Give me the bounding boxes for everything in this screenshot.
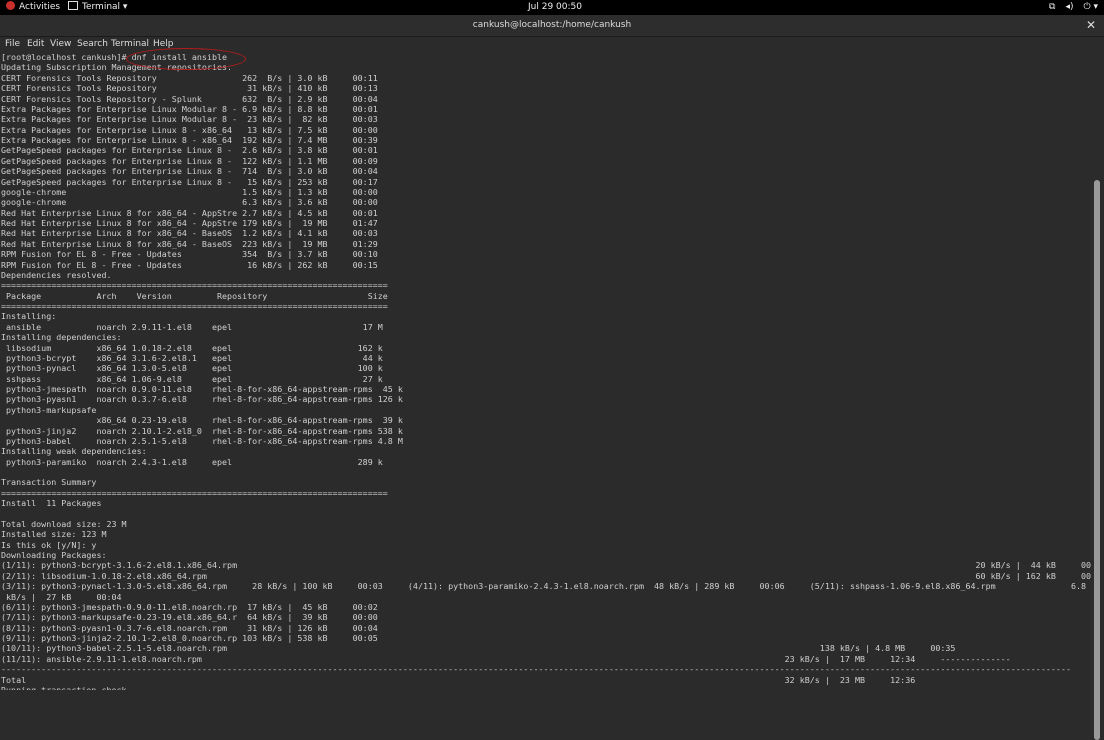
terminal-line: Updating Subscription Management reposit… [1, 62, 233, 73]
terminal-line: ========================================… [1, 301, 388, 311]
terminal-line: Package Arch Version Repository Size [1, 290, 388, 301]
menu-view[interactable]: View [50, 39, 71, 49]
terminal-line: Total download size: 23 M [1, 518, 127, 529]
terminal-output[interactable]: [root@localhost cankush]# dnf install an… [1, 52, 1091, 690]
terminal-line: Extra Packages for Enterprise Linux 8 - … [1, 135, 378, 145]
terminal-line: python3-markupsafe [1, 404, 97, 415]
terminal-line: (8/11): python3-pyasn1-0.3.7-6.el8.noarc… [1, 622, 378, 633]
terminal-line: sshpass x86_64 1.06-9.el8 epel 27 k [1, 373, 383, 384]
window-title: cankush@localhost:/home/cankush [472, 20, 632, 30]
menu-bar: File Edit View Search Terminal Help [0, 37, 1104, 52]
terminal-line: GetPageSpeed packages for Enterprise Lin… [1, 155, 378, 166]
terminal-line: (7/11): python3-markupsafe-0.23-19.el8.x… [1, 612, 378, 623]
terminal-line: (9/11): python3-jinja2-2.10.1-2.el8_0.no… [1, 633, 378, 643]
terminal-line: Downloading Packages: [1, 550, 107, 560]
terminal-line: Red Hat Enterprise Linux 8 for x86_64 - … [1, 238, 378, 249]
terminal-line: RPM Fusion for EL 8 - Free - Updates 354… [1, 249, 378, 260]
terminal-line: python3-jmespath noarch 0.9.0-11.el8 rhe… [1, 384, 403, 394]
terminal-line: Total 32 kB/s | 23 MB 12:36 [1, 674, 916, 685]
terminal-line: google-chrome 1.5 kB/s | 1.3 kB 00:00 [1, 186, 378, 197]
scrollbar-thumb[interactable] [1094, 180, 1100, 740]
close-icon[interactable]: ✕ [1086, 18, 1096, 32]
terminal-line: Red Hat Enterprise Linux 8 for x86_64 - … [1, 228, 378, 239]
terminal-line: Red Hat Enterprise Linux 8 for x86_64 - … [1, 207, 378, 218]
terminal-line: Installing: [1, 311, 57, 322]
terminal-line: python3-pyasn1 noarch 0.3.7-6.el8 rhel-8… [1, 394, 403, 405]
system-tray[interactable]: ⧉ ◂) ⏻ ▾ [1039, 1, 1098, 14]
terminal-line: (6/11): python3-jmespath-0.9.0-11.el8.no… [1, 601, 378, 612]
terminal-line: kB/s | 27 kB 00:04 [1, 591, 122, 602]
terminal-app-menu[interactable]: Terminal ▾ [68, 1, 127, 14]
terminal-line: (3/11): python3-pynacl-1.3.0-5.el8.x86_6… [1, 581, 1087, 592]
terminal-line: Transaction Summary [1, 477, 97, 488]
terminal-line: python3-babel noarch 2.5.1-5.el8 rhel-8-… [1, 435, 403, 446]
scrollbar[interactable] [1091, 52, 1104, 740]
terminal-line: Installed size: 123 M [1, 529, 107, 540]
terminal-line: Installing dependencies: [1, 332, 122, 343]
terminal-line: Extra Packages for Enterprise Linux Modu… [1, 103, 378, 114]
terminal-line: google-chrome 6.3 kB/s | 3.6 kB 00:00 [1, 197, 378, 208]
terminal-line: CERT Forensics Tools Repository 262 B/s … [1, 72, 378, 83]
terminal-line: [root@localhost cankush]# dnf install an… [1, 52, 228, 62]
terminal-line: ========================================… [1, 280, 388, 291]
terminal-line: python3-jinja2 noarch 2.10.1-2.el8_0 rhe… [1, 425, 403, 436]
terminal-line: libsodium x86_64 1.0.18-2.el8 epel 162 k [1, 342, 383, 353]
terminal-line: Red Hat Enterprise Linux 8 for x86_64 - … [1, 218, 378, 228]
menu-help[interactable]: Help [153, 39, 174, 49]
terminal-line: CERT Forensics Tools Repository 31 kB/s … [1, 83, 378, 94]
terminal-line: ========================================… [1, 487, 388, 498]
menu-search[interactable]: Search [77, 39, 108, 49]
terminal-line: Running transaction check [1, 684, 127, 690]
window-titlebar: cankush@localhost:/home/cankush ✕ [0, 15, 1104, 37]
terminal-line: python3-pynacl x86_64 1.3.0-5.el8 epel 1… [1, 363, 383, 374]
terminal-line: GetPageSpeed packages for Enterprise Lin… [1, 176, 378, 187]
menu-file[interactable]: File [5, 39, 20, 49]
clock[interactable]: Jul 29 00:50 [528, 1, 582, 14]
network-icon: ⧉ [1049, 2, 1056, 12]
terminal-line: Install 11 Packages [1, 498, 102, 509]
terminal-line: (11/11): ansible-2.9.11-1.el8.noarch.rpm… [1, 653, 1011, 664]
terminal-line: (10/11): python3-babel-2.5.1-5.el8.noarc… [1, 643, 956, 654]
terminal-line: CERT Forensics Tools Repository - Splunk… [1, 93, 378, 104]
terminal-line: GetPageSpeed packages for Enterprise Lin… [1, 166, 378, 177]
terminal-line: Installing weak dependencies: [1, 446, 147, 457]
terminal-line: x86_64 0.23-19.el8 rhel-8-for-x86_64-app… [1, 415, 403, 426]
terminal-line: Dependencies resolved. [1, 269, 112, 280]
terminal-line: python3-paramiko noarch 2.4.3-1.el8 epel… [1, 456, 383, 467]
menu-terminal[interactable]: Terminal [111, 39, 149, 49]
terminal-line: python3-bcrypt x86_64 3.1.6-2.el8.1 epel… [1, 352, 383, 363]
terminal-line: Is this ok [y/N]: y [1, 539, 97, 550]
power-icon: ⏻ ▾ [1083, 2, 1099, 12]
top-bar: Activities Terminal ▾ Jul 29 00:50 ⧉ ◂) ⏻ … [0, 0, 1104, 15]
terminal-icon [68, 1, 78, 10]
redhat-icon [6, 1, 15, 10]
terminal-line: ----------------------------------------… [1, 664, 1071, 675]
activities-button[interactable]: Activities [6, 1, 60, 14]
terminal-line: GetPageSpeed packages for Enterprise Lin… [1, 145, 378, 156]
terminal-line: (1/11): python3-bcrypt-3.1.6-2.el8.1.x86… [1, 560, 1091, 571]
volume-icon: ◂) [1065, 2, 1074, 12]
terminal-line: RPM Fusion for EL 8 - Free - Updates 16 … [1, 259, 378, 270]
terminal-line: Extra Packages for Enterprise Linux 8 - … [1, 124, 378, 135]
terminal-line: Extra Packages for Enterprise Linux Modu… [1, 114, 378, 125]
terminal-line: (2/11): libsodium-1.0.18-2.el8.x86_64.rp… [1, 570, 1091, 581]
terminal-line: ansible noarch 2.9.11-1.el8 epel 17 M [1, 321, 383, 332]
menu-edit[interactable]: Edit [27, 39, 44, 49]
